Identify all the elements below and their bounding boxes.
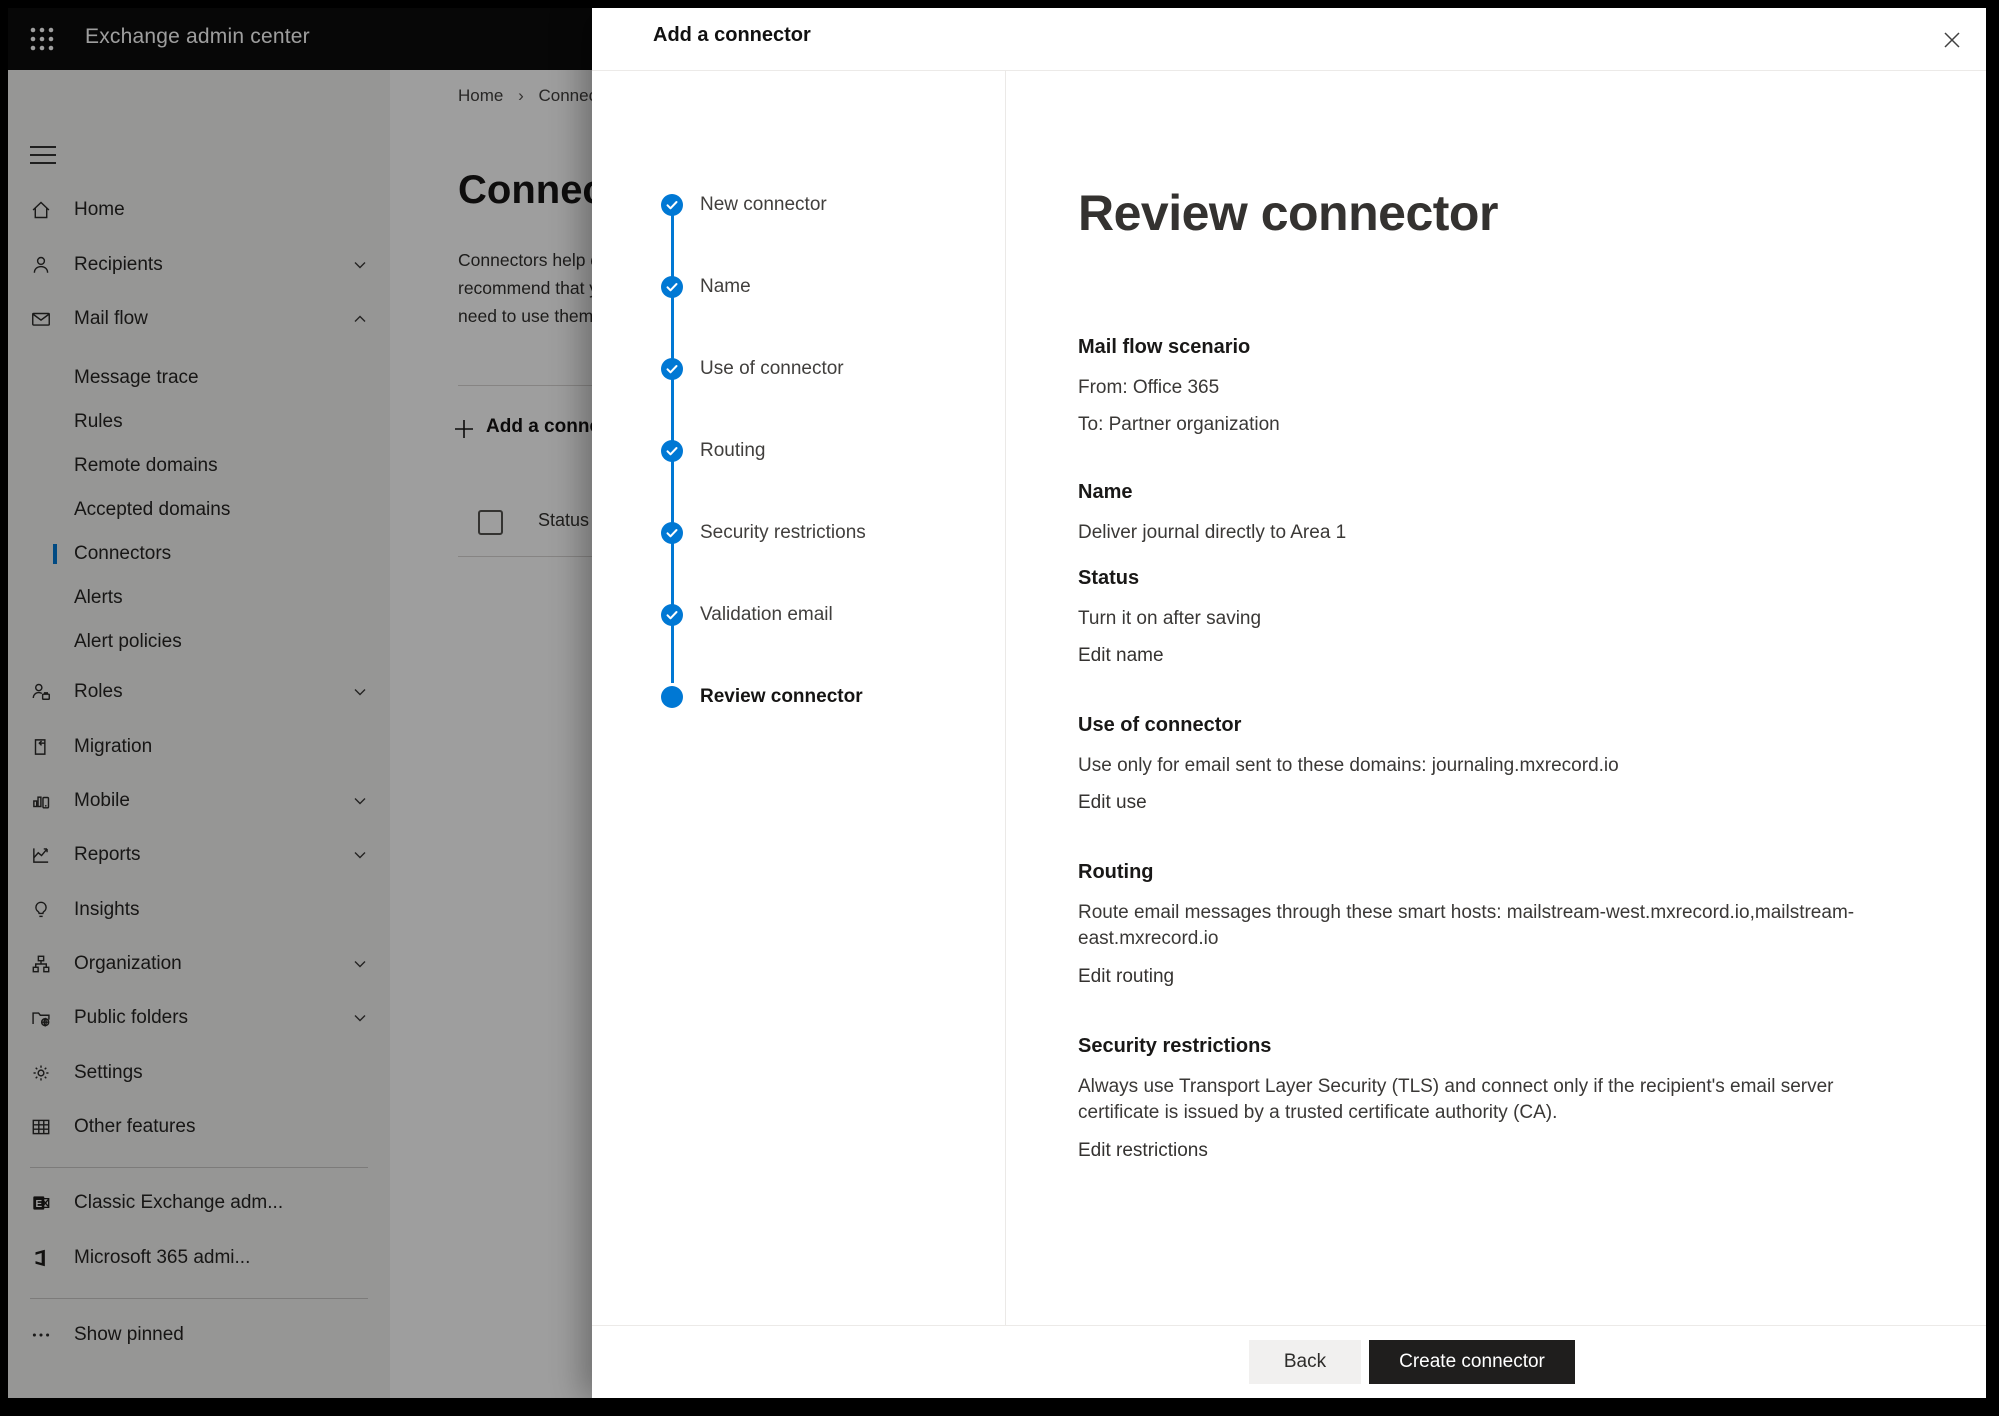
step-complete-icon — [661, 440, 683, 462]
exchange-admin-app: Exchange admin center Home Recipients — [8, 8, 1986, 1398]
modal-header: Add a connector — [592, 8, 1986, 71]
step-security-restrictions[interactable]: Security restrictions — [592, 519, 992, 547]
add-connector-modal: Add a connector New connector — [592, 8, 1986, 1398]
edit-use-link[interactable]: Edit use — [1078, 790, 1147, 816]
use-of-connector-value: Use only for email sent to these domains… — [1078, 753, 1868, 779]
step-complete-icon — [661, 604, 683, 626]
step-name[interactable]: Name — [592, 273, 992, 301]
section-title-routing: Routing — [1078, 860, 1868, 884]
routing-value: Route email messages through these smart… — [1078, 900, 1868, 952]
step-complete-icon — [661, 194, 683, 216]
review-connector-panel: Review connector Mail flow scenario From… — [1078, 184, 1868, 1208]
step-routing[interactable]: Routing — [592, 437, 992, 465]
security-restrictions-value: Always use Transport Layer Security (TLS… — [1078, 1074, 1868, 1126]
modal-title: Add a connector — [653, 24, 811, 47]
step-complete-icon — [661, 358, 683, 380]
step-review-connector[interactable]: Review connector — [592, 683, 992, 711]
step-current-icon — [661, 686, 683, 708]
review-heading: Review connector — [1078, 184, 1868, 242]
step-use-of-connector[interactable]: Use of connector — [592, 355, 992, 383]
modal-footer: Back Create connector — [592, 1325, 1986, 1398]
step-validation-email[interactable]: Validation email — [592, 601, 992, 629]
step-complete-icon — [661, 276, 683, 298]
section-title-status: Status — [1078, 566, 1868, 590]
edit-name-link[interactable]: Edit name — [1078, 643, 1164, 669]
step-complete-icon — [661, 522, 683, 544]
step-new-connector[interactable]: New connector — [592, 191, 992, 219]
create-connector-button[interactable]: Create connector — [1369, 1340, 1575, 1384]
section-title-use-of-connector: Use of connector — [1078, 713, 1868, 737]
edit-restrictions-link[interactable]: Edit restrictions — [1078, 1138, 1208, 1164]
section-title-mail-flow-scenario: Mail flow scenario — [1078, 335, 1868, 359]
wizard-steps: New connector Name Use of connector — [592, 70, 1006, 1326]
connector-name-value: Deliver journal directly to Area 1 — [1078, 520, 1868, 546]
section-title-security-restrictions: Security restrictions — [1078, 1034, 1868, 1058]
edit-routing-link[interactable]: Edit routing — [1078, 964, 1174, 990]
mail-flow-to: To: Partner organization — [1078, 412, 1868, 438]
mail-flow-from: From: Office 365 — [1078, 375, 1868, 401]
close-icon[interactable] — [1940, 28, 1964, 52]
screenshot-frame: Exchange admin center Home Recipients — [0, 0, 1999, 1416]
section-title-name: Name — [1078, 480, 1868, 504]
back-button[interactable]: Back — [1249, 1340, 1361, 1384]
status-value: Turn it on after saving — [1078, 606, 1868, 632]
